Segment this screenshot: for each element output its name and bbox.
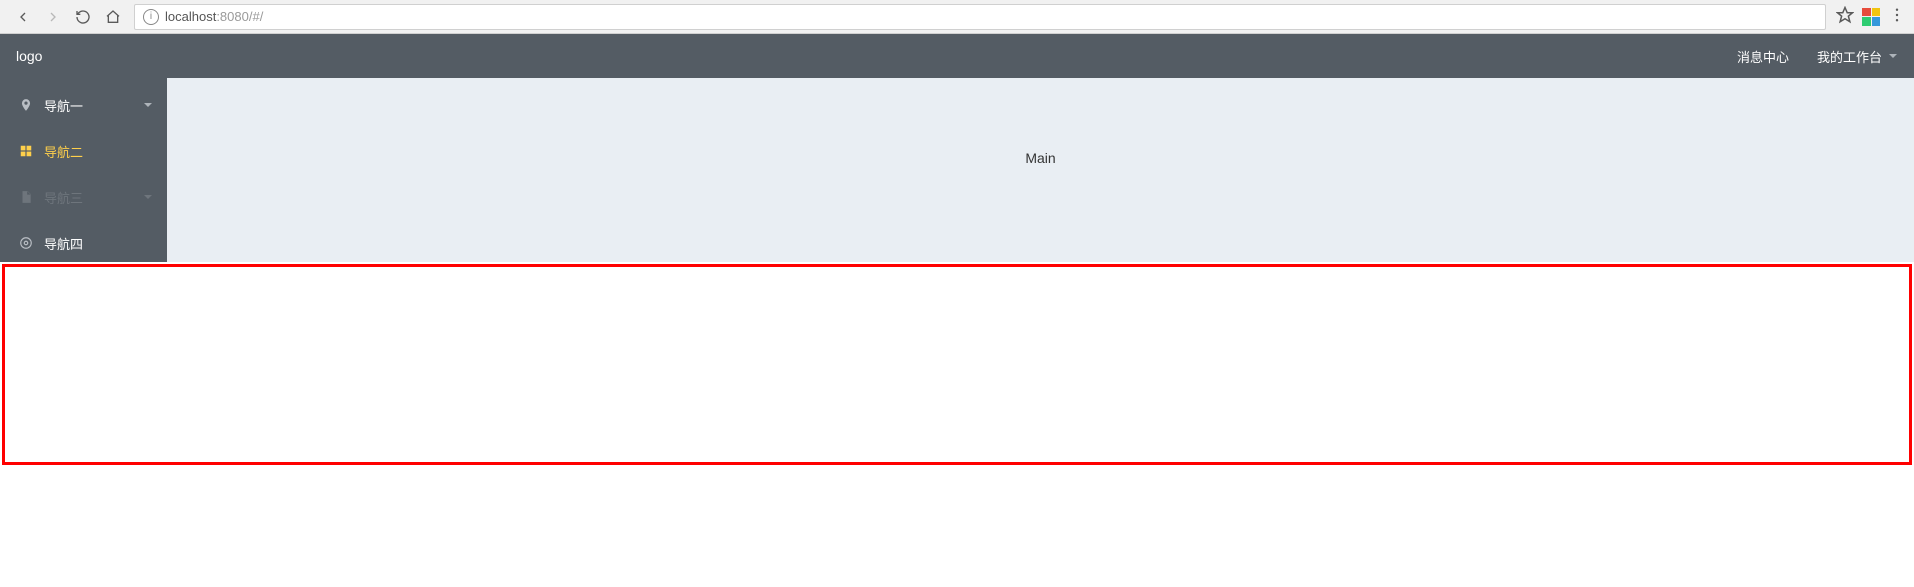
sidebar-item-label: 导航四 <box>44 234 83 253</box>
app-header: logo 消息中心 我的工作台 <box>0 34 1914 78</box>
address-bar[interactable]: i localhost:8080/#/ <box>134 4 1826 30</box>
header-link-messages[interactable]: 消息中心 <box>1737 47 1789 66</box>
home-button[interactable] <box>98 2 128 32</box>
browser-toolbar: i localhost:8080/#/ <box>0 0 1914 34</box>
chevron-down-icon <box>143 100 153 110</box>
back-button[interactable] <box>8 2 38 32</box>
reload-button[interactable] <box>68 2 98 32</box>
sidebar-item-nav3[interactable]: 导航三 <box>0 174 167 220</box>
annotation-box <box>2 264 1912 465</box>
bookmark-icon[interactable] <box>1836 6 1854 27</box>
sidebar-item-label: 导航一 <box>44 96 83 115</box>
sidebar-item-label: 导航三 <box>44 188 83 207</box>
site-info-icon[interactable]: i <box>143 9 159 25</box>
forward-button[interactable] <box>38 2 68 32</box>
chevron-down-icon <box>143 192 153 202</box>
url-port: :8080 <box>216 9 249 24</box>
document-icon <box>18 189 34 205</box>
chevron-down-icon <box>1888 51 1898 61</box>
main-content: Main <box>167 78 1914 262</box>
sidebar-item-label: 导航二 <box>44 142 83 161</box>
sidebar-item-nav2[interactable]: 导航二 <box>0 128 167 174</box>
extension-icon[interactable] <box>1862 8 1880 26</box>
header-link-label: 我的工作台 <box>1817 47 1882 66</box>
setting-icon <box>18 235 34 251</box>
header-link-workspace[interactable]: 我的工作台 <box>1817 47 1898 66</box>
header-link-label: 消息中心 <box>1737 47 1789 66</box>
location-icon <box>18 97 34 113</box>
sidebar-item-nav1[interactable]: 导航一 <box>0 82 167 128</box>
main-text: Main <box>1025 150 1055 262</box>
logo[interactable]: logo <box>16 48 42 64</box>
sidebar: 导航一 导航二 导航三 导航四 <box>0 78 167 262</box>
app-body: 导航一 导航二 导航三 导航四 Main <box>0 78 1914 262</box>
menu-icon[interactable] <box>1888 6 1906 27</box>
menu-grid-icon <box>18 143 34 159</box>
sidebar-item-nav4[interactable]: 导航四 <box>0 220 167 266</box>
url-host: localhost <box>165 9 216 24</box>
url-path: /#/ <box>249 9 263 24</box>
